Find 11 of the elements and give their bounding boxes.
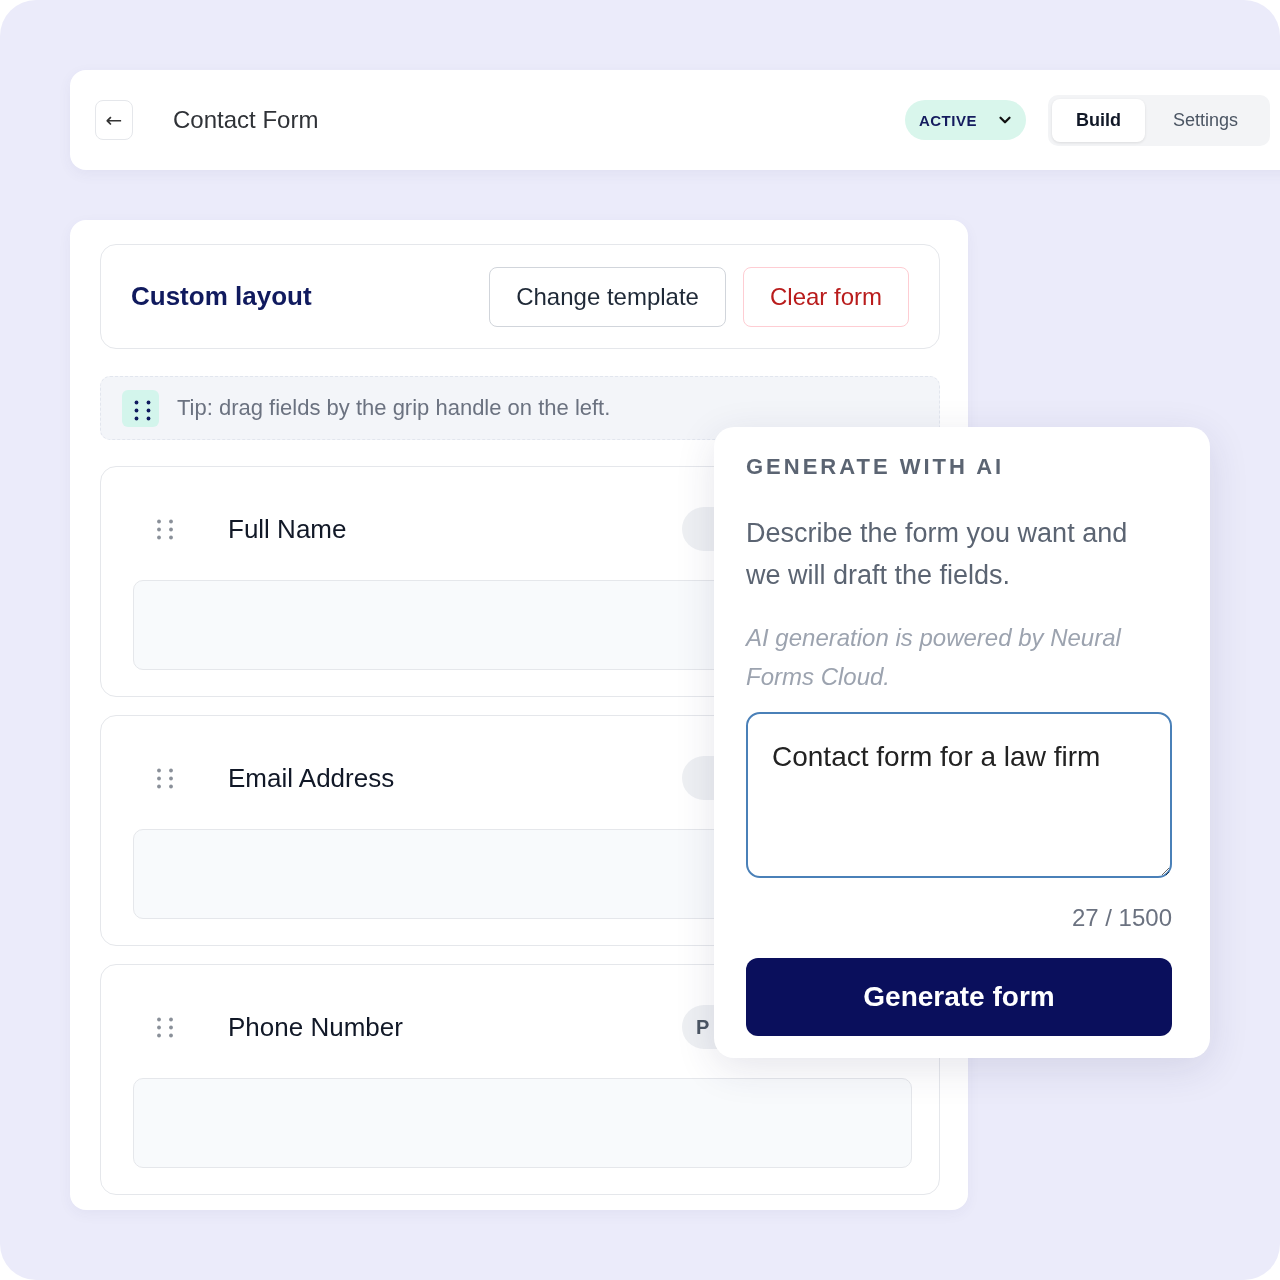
character-counter: 27 / 1500 — [1071, 903, 1172, 933]
tip-text: Tip: drag fields by the grip handle on the left. — [177, 395, 611, 421]
form-title: Contact Form — [173, 106, 320, 134]
layout-title: Custom layout — [131, 281, 313, 312]
field-label: Email Address — [228, 762, 396, 794]
popover-note: AI generation is powered by Neural Forms Cloud. — [746, 623, 1123, 692]
popover-description: Describe the form you want and we will draft the fields. — [746, 517, 1129, 592]
popover-title: GENERATE WITH AI — [746, 453, 1006, 481]
status-label: ACTIVE — [918, 111, 977, 129]
field-label: Phone Number — [228, 1011, 404, 1043]
field-label: Full Name — [228, 513, 348, 545]
